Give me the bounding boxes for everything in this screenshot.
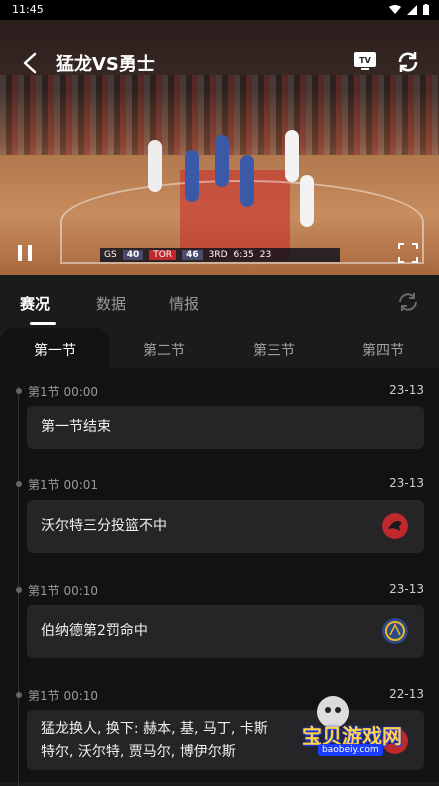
team-b-abbr: TOR — [149, 250, 177, 260]
shot-clock: 23 — [259, 250, 272, 260]
event-card[interactable]: 第一节结束 — [27, 406, 424, 449]
period-tab-3[interactable]: 第三节 — [253, 340, 295, 360]
video-title: 猛龙VS勇士 — [56, 54, 155, 75]
timeline-dot — [16, 481, 22, 487]
status-time: 11:45 — [12, 3, 44, 16]
event-time: 第1节 00:00 — [28, 385, 99, 399]
team-b-score: 46 — [182, 250, 203, 260]
refresh-icon[interactable] — [396, 50, 420, 74]
event-score: 23-13 — [389, 582, 424, 596]
watermark-url: baobeiy.com — [318, 744, 383, 756]
period-tab-4[interactable]: 第四节 — [362, 340, 404, 360]
event-time: 第1节 00:10 — [28, 584, 99, 598]
raptors-logo-icon — [382, 513, 408, 539]
content-tabs: 赛况 数据 情报 — [0, 276, 439, 329]
event-score: 23-13 — [389, 383, 424, 397]
fullscreen-icon[interactable] — [398, 243, 418, 263]
tab-intel[interactable]: 情报 — [169, 293, 199, 314]
timeline-dot — [16, 692, 22, 698]
status-bar: 11:45 — [0, 0, 439, 20]
timeline-dot — [16, 388, 22, 394]
period-tab-1[interactable]: 第一节 — [34, 340, 76, 360]
player-figure — [300, 175, 314, 227]
svg-text:TV: TV — [359, 56, 371, 65]
player-figure — [185, 150, 199, 202]
team-a-abbr: GS — [104, 250, 117, 260]
active-tab-indicator — [30, 322, 56, 325]
event-time: 第1节 00:01 — [28, 478, 99, 492]
signal-icon — [407, 4, 417, 15]
warriors-logo-icon — [382, 618, 408, 644]
quarter-label: 3RD — [208, 250, 228, 260]
game-clock: 6:35 — [233, 250, 254, 260]
timeline-line — [18, 386, 19, 786]
event-time: 第1节 00:10 — [28, 689, 99, 703]
event-text: 猛龙换人, 换下: 赫本, 基, 马丁, 卡斯 — [41, 721, 268, 737]
back-arrow-icon[interactable] — [20, 52, 42, 74]
score-overlay: GS 40 TOR 46 3RD 6:35 23 — [100, 248, 340, 262]
team-a-score: 40 — [122, 250, 144, 260]
status-icons — [389, 4, 429, 15]
tv-cast-icon[interactable]: TV — [353, 51, 377, 71]
tab-stats[interactable]: 数据 — [96, 293, 126, 314]
player-figure — [148, 140, 162, 192]
player-figure — [215, 135, 229, 187]
player-figure — [240, 155, 254, 207]
battery-icon — [423, 4, 429, 15]
period-selector: 第一节 第二节 第三节 第四节 — [0, 328, 439, 368]
event-text: 伯纳德第2罚命中 — [41, 623, 148, 639]
period-tab-2[interactable]: 第二节 — [143, 340, 185, 360]
event-card[interactable]: 沃尔特三分投篮不中 — [27, 500, 424, 553]
event-score: 23-13 — [389, 476, 424, 490]
tab-live[interactable]: 赛况 — [20, 293, 50, 314]
player-figure — [285, 130, 299, 182]
pause-icon[interactable] — [16, 243, 36, 263]
event-text-line2: 特尔, 沃尔特, 贾马尔, 博伊尔斯 — [41, 744, 236, 760]
event-text: 第一节结束 — [41, 419, 111, 435]
timeline-dot — [16, 587, 22, 593]
event-card[interactable]: 伯纳德第2罚命中 — [27, 605, 424, 658]
event-text: 沃尔特三分投篮不中 — [41, 518, 167, 534]
reload-icon[interactable] — [397, 291, 419, 313]
wifi-icon — [389, 4, 401, 14]
